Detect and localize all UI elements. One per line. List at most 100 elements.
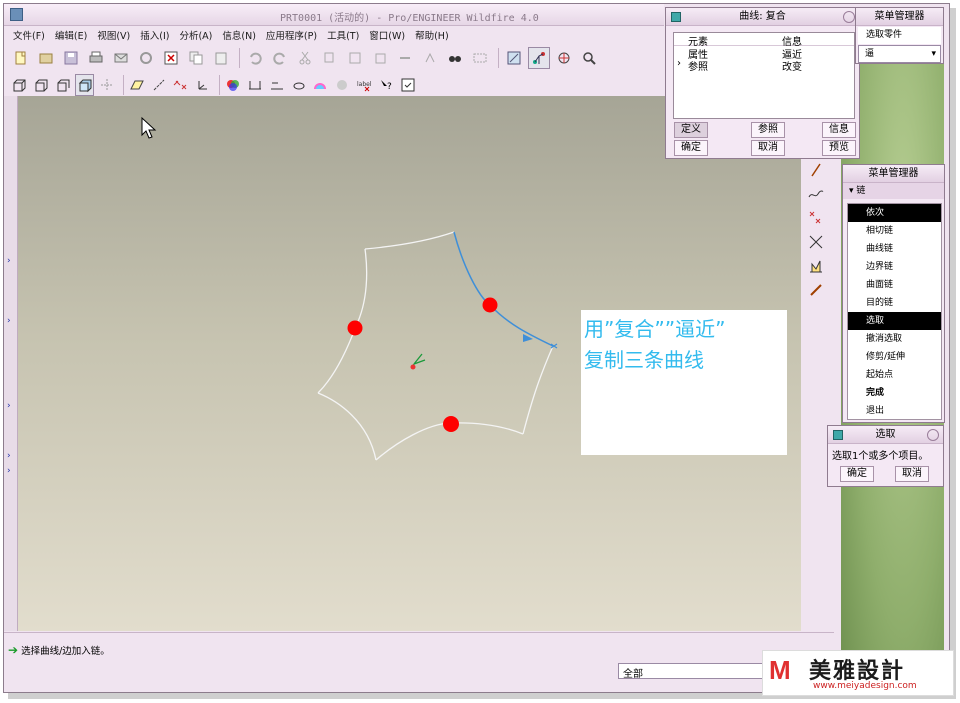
menu-tools[interactable]: 工具(T): [322, 26, 364, 44]
measure-distance-icon[interactable]: [246, 74, 265, 96]
datum-plane-display-icon[interactable]: [128, 74, 147, 96]
spin-center-icon[interactable]: [553, 47, 575, 69]
preview-button[interactable]: 预览: [822, 140, 856, 156]
find-icon[interactable]: [444, 47, 466, 69]
chevron-right-icon[interactable]: ›: [7, 466, 11, 476]
ok-button[interactable]: 确定: [840, 466, 874, 482]
cut-icon[interactable]: [294, 47, 316, 69]
menu-item-trim-extend[interactable]: 修剪/延伸: [848, 348, 941, 366]
curvature-analysis-icon[interactable]: [311, 74, 330, 96]
appearance-icon[interactable]: [224, 74, 243, 96]
menu-item-quit[interactable]: 退出: [848, 402, 941, 420]
chevron-right-icon[interactable]: ›: [7, 256, 11, 266]
measure-area-icon[interactable]: [289, 74, 308, 96]
regen-icon[interactable]: [394, 47, 416, 69]
paste-icon[interactable]: [210, 47, 232, 69]
column-header-element: 元素: [688, 37, 708, 48]
toolbar-separator: [239, 47, 240, 68]
copy-icon[interactable]: [185, 47, 207, 69]
cancel-button[interactable]: 取消: [895, 466, 929, 482]
logo-url: www.meiyadesign.com: [813, 681, 917, 691]
menu-analysis[interactable]: 分析(A): [174, 26, 217, 44]
select-box-icon[interactable]: [469, 47, 491, 69]
datum-axis-display-icon[interactable]: [528, 46, 550, 69]
sketch-line-icon[interactable]: [805, 159, 827, 181]
open-folder-icon[interactable]: [35, 47, 57, 69]
regenerate-icon[interactable]: [135, 47, 157, 69]
new-file-icon[interactable]: [10, 47, 32, 69]
menu-edit[interactable]: 编辑(E): [50, 26, 92, 44]
table-row[interactable]: › 参照 改变: [674, 58, 854, 73]
draft-analysis-icon[interactable]: [333, 74, 352, 96]
model-tree-icon[interactable]: [398, 74, 417, 96]
title-bar: PRT0001 (活动的) - Pro/ENGINEER Wildfire 4.…: [4, 4, 664, 26]
menu-item-tangent-chain[interactable]: 相切链: [848, 222, 941, 240]
menu-item-one-by-one[interactable]: 依次: [848, 204, 941, 222]
datum-coordsys-icon[interactable]: [805, 279, 827, 301]
menu-insert[interactable]: 插入(I): [135, 26, 174, 44]
menu-item-done[interactable]: 完成: [848, 384, 941, 402]
menu-item-unselect[interactable]: 撤消选取: [848, 330, 941, 348]
wireframe-icon[interactable]: [10, 74, 29, 96]
reference-button[interactable]: 参照: [751, 122, 785, 138]
menu-info[interactable]: 信息(N): [217, 26, 261, 44]
print-icon[interactable]: [85, 47, 107, 69]
copy2-icon[interactable]: [319, 47, 341, 69]
email-icon[interactable]: [110, 47, 132, 69]
menu-item-intent-chain[interactable]: 目的链: [848, 294, 941, 312]
datum-curve-icon[interactable]: [805, 183, 827, 205]
menu-help[interactable]: 帮助(H): [410, 26, 454, 44]
datum-point-display-icon[interactable]: [171, 74, 190, 96]
menu-view[interactable]: 视图(V): [92, 26, 135, 44]
paste-special-icon[interactable]: [369, 47, 391, 69]
select-dialog: 选取 选取1个或多个项目。 确定 取消: [827, 425, 944, 487]
close-window-icon[interactable]: [160, 47, 182, 69]
menu-item-start-point[interactable]: 起始点: [848, 366, 941, 384]
menu-file[interactable]: 文件(F): [8, 26, 50, 44]
define-button[interactable]: 定义: [674, 122, 708, 138]
menu-window[interactable]: 窗口(W): [364, 26, 410, 44]
close-icon[interactable]: [927, 429, 939, 441]
saved-views-icon[interactable]: [97, 74, 116, 96]
menu-item-boundary-chain[interactable]: 边界链: [848, 258, 941, 276]
menu-item-select[interactable]: 选取: [848, 312, 941, 330]
info-button[interactable]: 信息: [822, 122, 856, 138]
table-header: 元素 信息: [674, 33, 854, 48]
dialog-icon: [671, 12, 681, 22]
table-row[interactable]: 属性 逼近: [674, 46, 854, 61]
coordinate-system-display-icon[interactable]: [193, 74, 212, 96]
menu-item-select-part[interactable]: 选取零件: [858, 27, 941, 44]
redo-icon[interactable]: [269, 47, 291, 69]
navigator-collapse-strip[interactable]: › › › › ›: [4, 96, 18, 631]
menu-applications[interactable]: 应用程序(P): [261, 26, 322, 44]
cancel-button[interactable]: 取消: [751, 140, 785, 156]
datum-point-offset-icon[interactable]: [805, 231, 827, 253]
datum-axis-toggle-icon[interactable]: [150, 74, 169, 96]
zoom-icon[interactable]: [578, 47, 600, 69]
hidden-line-icon[interactable]: [32, 74, 51, 96]
close-icon[interactable]: [843, 11, 855, 23]
no-hidden-icon[interactable]: [54, 74, 73, 96]
relations-icon[interactable]: [419, 47, 441, 69]
menu-select[interactable]: 逼 ▾: [858, 45, 941, 63]
datum-point-tool-icon[interactable]: [805, 207, 827, 229]
menu-item-surface-chain[interactable]: 曲面链: [848, 276, 941, 294]
paste2-icon[interactable]: [344, 47, 366, 69]
datum-analysis-icon[interactable]: [805, 255, 827, 277]
undo-icon[interactable]: [244, 47, 266, 69]
shading-icon[interactable]: [75, 73, 95, 96]
ok-button[interactable]: 确定: [674, 140, 708, 156]
dropdown-arrow-icon[interactable]: ▾: [931, 46, 936, 62]
label-icon[interactable]: label: [355, 74, 374, 96]
whats-this-icon[interactable]: ?: [376, 74, 395, 96]
measure-length-icon[interactable]: [267, 74, 286, 96]
save-icon[interactable]: [60, 47, 82, 69]
repaint-icon[interactable]: [503, 47, 525, 69]
frame-shadow-right: [950, 8, 956, 698]
menu-manager-chain: 菜单管理器 ▾ 链 依次 相切链 曲线链 边界链 曲面链 目的链 选取 撤消选取…: [842, 164, 945, 423]
menu-item-curve-chain[interactable]: 曲线链: [848, 240, 941, 258]
chevron-right-icon[interactable]: ›: [7, 316, 11, 326]
chevron-right-icon[interactable]: ›: [7, 451, 11, 461]
menu-section-chain[interactable]: ▾ 链: [843, 183, 944, 199]
chevron-right-icon[interactable]: ›: [7, 401, 11, 411]
